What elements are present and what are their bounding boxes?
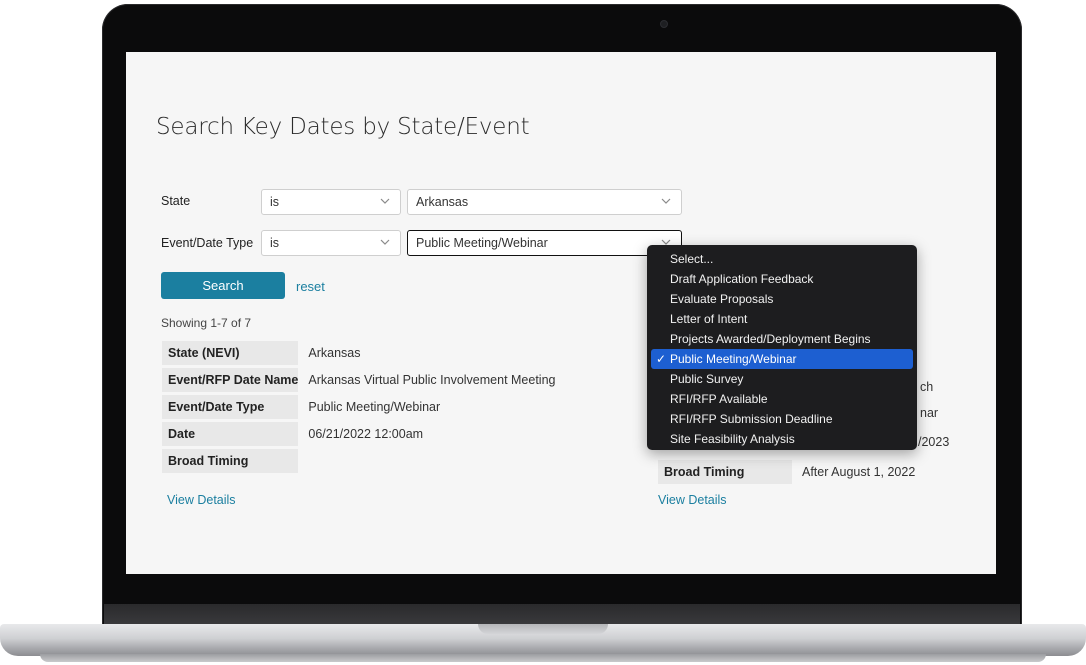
state-value: Arkansas: [416, 195, 469, 209]
option-label: Select...: [670, 252, 714, 266]
record-key-event-name: Event/RFP Date Name: [162, 368, 299, 392]
dropdown-option[interactable]: Select...: [651, 249, 913, 269]
dropdown-option-selected[interactable]: ✓ Public Meeting/Webinar: [651, 349, 913, 369]
table-row: Date 06/21/2022 12:00am: [162, 422, 556, 446]
result-record-1: State (NEVI) Arkansas Event/RFP Date Nam…: [162, 338, 556, 476]
camera-icon: [660, 20, 668, 28]
record-fragment: /2023: [918, 435, 950, 449]
option-label: Public Survey: [670, 372, 744, 386]
dropdown-option[interactable]: Public Survey: [651, 369, 913, 389]
state-filter-label: State: [161, 194, 191, 208]
option-label: RFI/RFP Submission Deadline: [670, 412, 833, 426]
dropdown-option[interactable]: Letter of Intent: [651, 309, 913, 329]
state-value-select[interactable]: Arkansas: [407, 189, 682, 215]
event-type-value: Public Meeting/Webinar: [416, 236, 548, 250]
reset-link[interactable]: reset: [296, 279, 325, 294]
page-title: Search Key Dates by State/Event: [156, 114, 530, 140]
event-type-dropdown-menu: Select... Draft Application Feedback Eva…: [647, 245, 917, 450]
record-fragment: nar: [920, 406, 939, 420]
results-count: Showing 1-7 of 7: [161, 316, 252, 330]
laptop-base-edge: [40, 654, 1046, 662]
dropdown-option[interactable]: Projects Awarded/Deployment Begins: [651, 329, 913, 349]
record-value-event-type: Public Meeting/Webinar: [308, 400, 441, 414]
option-label: RFI/RFP Available: [670, 392, 768, 406]
option-label: Letter of Intent: [670, 312, 748, 326]
table-row: Event/RFP Date Name Arkansas Virtual Pub…: [162, 368, 556, 392]
view-details-link[interactable]: View Details: [167, 493, 236, 507]
event-type-operator-value: is: [270, 236, 280, 250]
record-key-date: Date: [162, 422, 299, 446]
record-value-broad-timing: After August 1, 2022: [802, 465, 916, 479]
search-button[interactable]: Search: [161, 272, 285, 299]
record-value-broad-timing: [298, 449, 555, 473]
option-label: Site Feasibility Analysis: [670, 432, 795, 446]
checkmark-icon: ✓: [656, 352, 667, 366]
event-type-operator-select[interactable]: is: [261, 230, 401, 256]
record-fragment: ch: [920, 380, 934, 394]
record-key-event-type: Event/Date Type: [162, 395, 299, 419]
option-label: Draft Application Feedback: [670, 272, 814, 286]
result-record-2: Broad Timing After August 1, 2022: [658, 457, 915, 487]
view-details-link[interactable]: View Details: [658, 493, 727, 507]
chevron-down-icon: [380, 198, 390, 204]
dropdown-option[interactable]: RFI/RFP Available: [651, 389, 913, 409]
table-row: Event/Date Type Public Meeting/Webinar: [162, 395, 556, 419]
table-row: Broad Timing: [162, 449, 556, 473]
state-operator-select[interactable]: is: [261, 189, 401, 215]
dropdown-option[interactable]: Draft Application Feedback: [651, 269, 913, 289]
dropdown-option[interactable]: Evaluate Proposals: [651, 289, 913, 309]
chevron-down-icon: [661, 198, 671, 204]
record-key-state: State (NEVI): [162, 341, 299, 365]
record-key-broad-timing: Broad Timing: [162, 449, 299, 473]
table-row: Broad Timing After August 1, 2022: [658, 460, 915, 484]
option-label: Evaluate Proposals: [670, 292, 774, 306]
record-value-date: 06/21/2022 12:00am: [308, 427, 424, 441]
option-label: Public Meeting/Webinar: [670, 352, 797, 366]
table-row: State (NEVI) Arkansas: [162, 341, 556, 365]
record-value-event-name: Arkansas Virtual Public Involvement Meet…: [308, 373, 556, 387]
chevron-down-icon: [380, 239, 390, 245]
dropdown-option[interactable]: Site Feasibility Analysis: [651, 429, 913, 449]
event-type-value-select[interactable]: Public Meeting/Webinar: [407, 230, 682, 256]
state-operator-value: is: [270, 195, 280, 209]
record-key-broad-timing: Broad Timing: [658, 460, 792, 484]
laptop-notch: [478, 624, 608, 634]
event-type-filter-label: Event/Date Type: [161, 236, 254, 250]
option-label: Projects Awarded/Deployment Begins: [670, 332, 871, 346]
record-value-state: Arkansas: [308, 346, 361, 360]
dropdown-option[interactable]: RFI/RFP Submission Deadline: [651, 409, 913, 429]
